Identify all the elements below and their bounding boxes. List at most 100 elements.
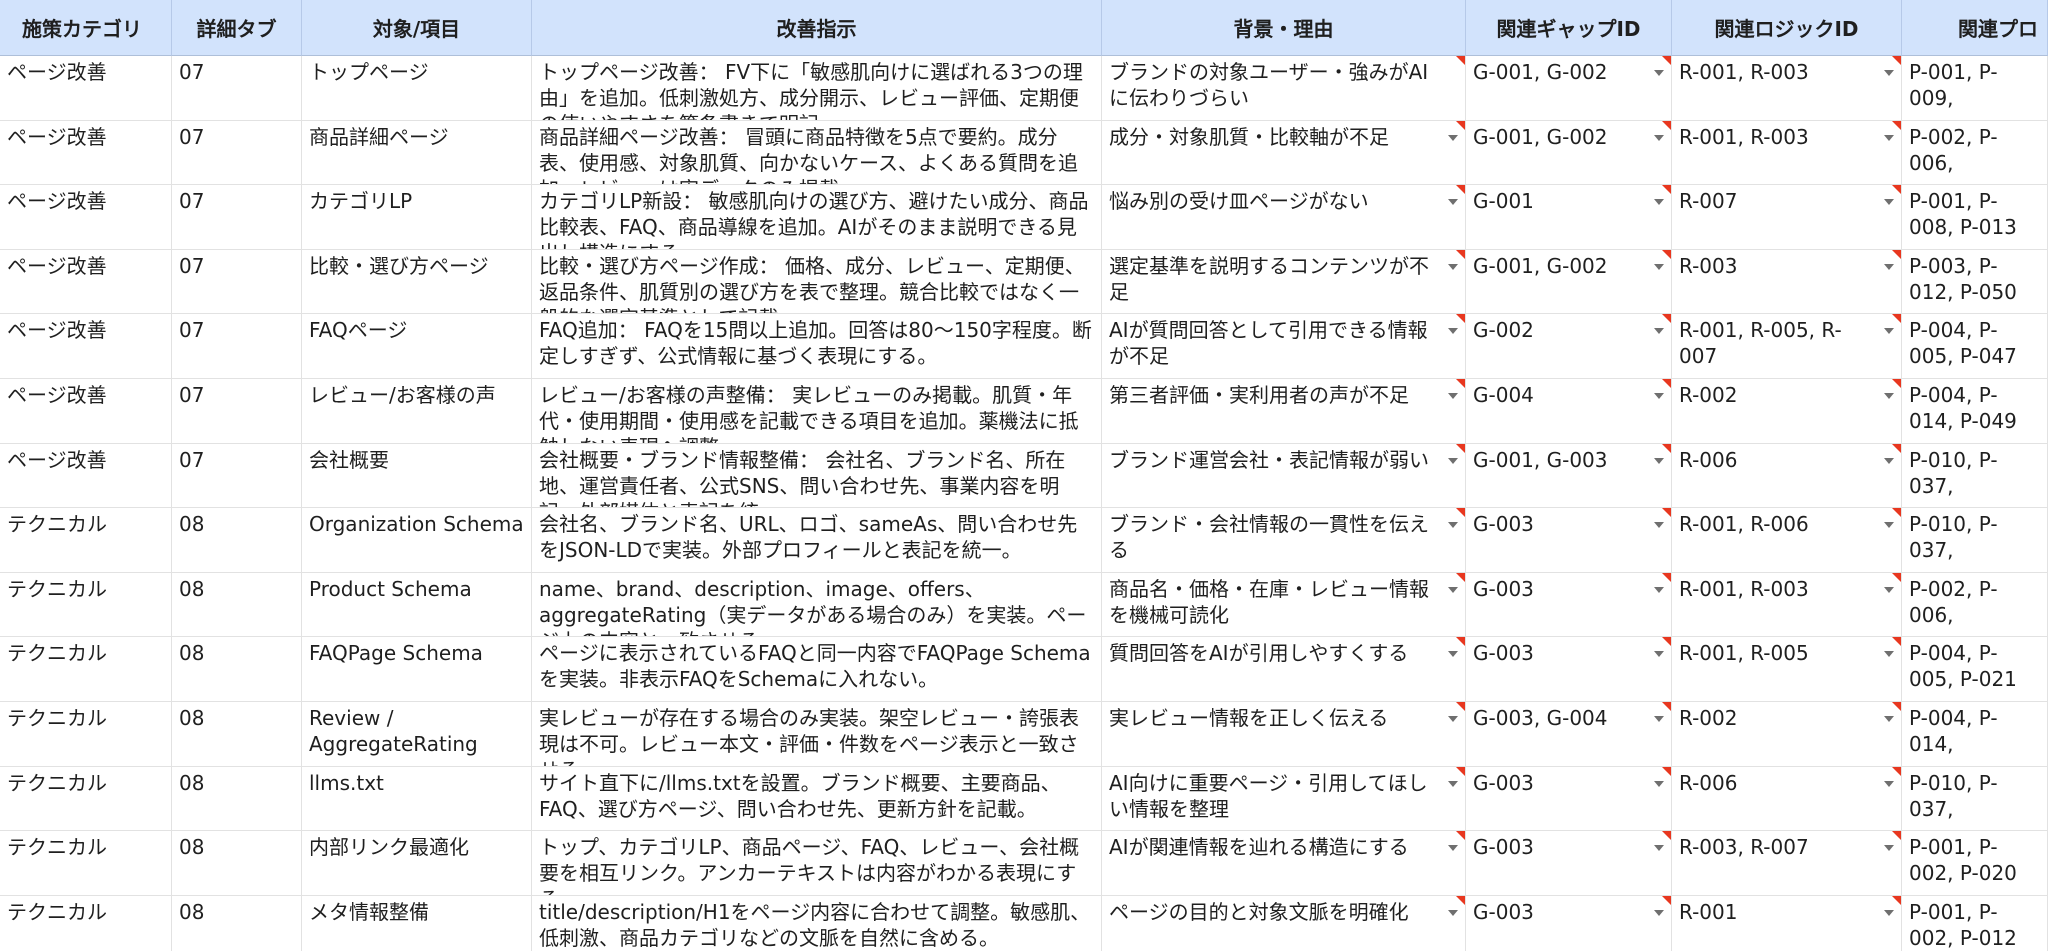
chevron-down-icon[interactable] <box>1654 199 1664 206</box>
cell-reason[interactable]: 第三者評価・実利用者の声が不足 <box>1102 378 1466 444</box>
cell-instruction[interactable]: FAQ追加： FAQを15問以上追加。回答は80〜150字程度。断定しすぎず、公… <box>532 314 1102 379</box>
cell-logic-id[interactable]: R-002 <box>1672 701 1902 767</box>
cell-logic-id[interactable]: R-001 <box>1672 895 1902 951</box>
cell-logic-id[interactable]: R-006 <box>1672 766 1902 832</box>
chevron-down-icon[interactable] <box>1654 263 1664 270</box>
cell-tab[interactable]: 08 <box>172 701 302 767</box>
cell-gap-id[interactable]: G-001 <box>1466 185 1672 250</box>
cell-tab[interactable]: 07 <box>172 120 302 186</box>
chevron-down-icon[interactable] <box>1448 651 1458 658</box>
cell-gap-id[interactable]: G-001, G-002 <box>1466 249 1672 315</box>
cell-instruction[interactable]: サイト直下に/llms.txtを設置。ブランド概要、主要商品、FAQ、選び方ペー… <box>532 766 1102 832</box>
cell-logic-id[interactable]: R-003, R-007 <box>1672 831 1902 896</box>
cell-category[interactable]: ページ改善 <box>0 120 172 186</box>
chevron-down-icon[interactable] <box>1884 715 1894 722</box>
cell-gap-id[interactable]: G-003, G-004 <box>1466 701 1672 767</box>
cell-category[interactable]: テクニカル <box>0 831 172 896</box>
column-tab-header[interactable]: 詳細タブ <box>172 0 302 56</box>
cell-reason[interactable]: 成分・対象肌質・比較軸が不足 <box>1102 120 1466 186</box>
chevron-down-icon[interactable] <box>1448 780 1458 787</box>
chevron-down-icon[interactable] <box>1884 909 1894 916</box>
cell-reason[interactable]: ページの目的と対象文脈を明確化 <box>1102 895 1466 951</box>
cell-instruction[interactable]: カテゴリLP新設： 敏感肌向けの選び方、避けたい成分、商品比較表、FAQ、商品導… <box>532 185 1102 250</box>
cell-reason[interactable]: AI向けに重要ページ・引用してほしい情報を整理 <box>1102 766 1466 832</box>
cell-reason[interactable]: 選定基準を説明するコンテンツが不足 <box>1102 249 1466 315</box>
cell-category[interactable]: ページ改善 <box>0 185 172 250</box>
cell-tab[interactable]: 07 <box>172 314 302 379</box>
cell-instruction[interactable]: トップページ改善： FV下に「敏感肌向けに選ばれる3つの理由」を追加。低刺激処方… <box>532 56 1102 121</box>
column-logic-id-header[interactable]: 関連ロジックID <box>1672 0 1902 56</box>
cell-target[interactable]: カテゴリLP <box>302 185 532 250</box>
cell-pro-id[interactable]: P-010, P-037, <box>1902 766 2048 832</box>
cell-target[interactable]: 比較・選び方ページ <box>302 249 532 315</box>
chevron-down-icon[interactable] <box>1654 134 1664 141</box>
chevron-down-icon[interactable] <box>1884 780 1894 787</box>
cell-gap-id[interactable]: G-001, G-002 <box>1466 56 1672 121</box>
cell-instruction[interactable]: レビュー/お客様の声整備： 実レビューのみ掲載。肌質・年代・使用期間・使用感を記… <box>532 378 1102 444</box>
cell-logic-id[interactable]: R-001, R-005, R-007 <box>1672 314 1902 379</box>
cell-instruction[interactable]: name、brand、description、image、offers、aggr… <box>532 572 1102 638</box>
chevron-down-icon[interactable] <box>1448 199 1458 206</box>
cell-target[interactable]: レビュー/お客様の声 <box>302 378 532 444</box>
chevron-down-icon[interactable] <box>1654 780 1664 787</box>
chevron-down-icon[interactable] <box>1448 392 1458 399</box>
cell-target[interactable]: Review / AggregateRating <box>302 701 532 767</box>
cell-pro-id[interactable]: P-004, P-014, <box>1902 701 2048 767</box>
cell-instruction[interactable]: 比較・選び方ページ作成： 価格、成分、レビュー、定期便、返品条件、肌質別の選び方… <box>532 249 1102 315</box>
cell-target[interactable]: 会社概要 <box>302 443 532 509</box>
cell-pro-id[interactable]: P-001, P-008, P-013 <box>1902 185 2048 250</box>
cell-logic-id[interactable]: R-001, R-005 <box>1672 637 1902 702</box>
chevron-down-icon[interactable] <box>1884 199 1894 206</box>
cell-gap-id[interactable]: G-003 <box>1466 895 1672 951</box>
cell-tab[interactable]: 07 <box>172 56 302 121</box>
chevron-down-icon[interactable] <box>1448 522 1458 529</box>
cell-instruction[interactable]: トップ、カテゴリLP、商品ページ、FAQ、レビュー、会社概要を相互リンク。アンカ… <box>532 831 1102 896</box>
cell-pro-id[interactable]: P-010, P-037, <box>1902 443 2048 509</box>
chevron-down-icon[interactable] <box>1448 909 1458 916</box>
chevron-down-icon[interactable] <box>1448 457 1458 464</box>
cell-instruction[interactable]: 実レビューが存在する場合のみ実装。架空レビュー・誇張表現は不可。レビュー本文・評… <box>532 701 1102 767</box>
cell-pro-id[interactable]: P-001, P-009, <box>1902 56 2048 121</box>
cell-gap-id[interactable]: G-001, G-003 <box>1466 443 1672 509</box>
cell-reason[interactable]: 商品名・価格・在庫・レビュー情報を機械可読化 <box>1102 572 1466 638</box>
chevron-down-icon[interactable] <box>1654 909 1664 916</box>
cell-category[interactable]: テクニカル <box>0 895 172 951</box>
chevron-down-icon[interactable] <box>1654 586 1664 593</box>
cell-reason[interactable]: AIが関連情報を辿れる構造にする <box>1102 831 1466 896</box>
cell-pro-id[interactable]: P-004, P-014, P-049 <box>1902 378 2048 444</box>
cell-gap-id[interactable]: G-002 <box>1466 314 1672 379</box>
cell-target[interactable]: Product Schema <box>302 572 532 638</box>
cell-tab[interactable]: 08 <box>172 572 302 638</box>
chevron-down-icon[interactable] <box>1448 134 1458 141</box>
chevron-down-icon[interactable] <box>1654 651 1664 658</box>
cell-gap-id[interactable]: G-003 <box>1466 831 1672 896</box>
cell-tab[interactable]: 08 <box>172 831 302 896</box>
cell-tab[interactable]: 08 <box>172 508 302 573</box>
chevron-down-icon[interactable] <box>1884 522 1894 529</box>
chevron-down-icon[interactable] <box>1654 328 1664 335</box>
cell-category[interactable]: テクニカル <box>0 766 172 832</box>
cell-logic-id[interactable]: R-001, R-003 <box>1672 56 1902 121</box>
cell-target[interactable]: llms.txt <box>302 766 532 832</box>
cell-category[interactable]: テクニカル <box>0 637 172 702</box>
cell-pro-id[interactable]: P-010, P-037, <box>1902 508 2048 573</box>
cell-target[interactable]: Organization Schema <box>302 508 532 573</box>
chevron-down-icon[interactable] <box>1884 263 1894 270</box>
column-reason-header[interactable]: 背景・理由 <box>1102 0 1466 56</box>
cell-logic-id[interactable]: R-002 <box>1672 378 1902 444</box>
chevron-down-icon[interactable] <box>1884 651 1894 658</box>
cell-instruction[interactable]: title/description/H1をページ内容に合わせて調整。敏感肌、低刺… <box>532 895 1102 951</box>
cell-target[interactable]: 商品詳細ページ <box>302 120 532 186</box>
chevron-down-icon[interactable] <box>1654 522 1664 529</box>
cell-gap-id[interactable]: G-004 <box>1466 378 1672 444</box>
cell-category[interactable]: ページ改善 <box>0 314 172 379</box>
chevron-down-icon[interactable] <box>1654 715 1664 722</box>
cell-target[interactable]: メタ情報整備 <box>302 895 532 951</box>
cell-pro-id[interactable]: P-001, P-002, P-012 <box>1902 895 2048 951</box>
cell-pro-id[interactable]: P-004, P-005, P-047 <box>1902 314 2048 379</box>
column-gap-id-header[interactable]: 関連ギャップID <box>1466 0 1672 56</box>
chevron-down-icon[interactable] <box>1884 457 1894 464</box>
cell-tab[interactable]: 08 <box>172 637 302 702</box>
cell-category[interactable]: ページ改善 <box>0 378 172 444</box>
cell-target[interactable]: トップページ <box>302 56 532 121</box>
